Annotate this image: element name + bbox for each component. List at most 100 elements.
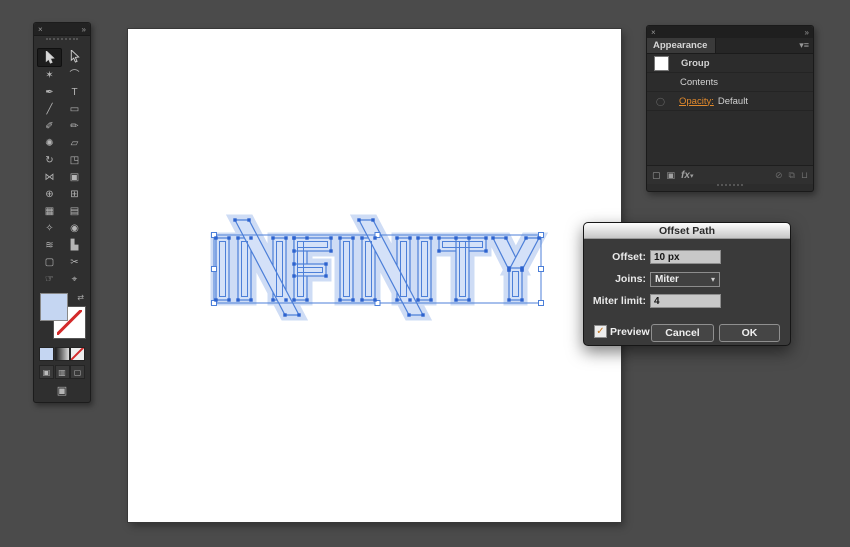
eraser-tool[interactable]: ▱ bbox=[62, 135, 87, 152]
anchor-point[interactable] bbox=[271, 298, 275, 302]
anchor-point[interactable] bbox=[484, 249, 488, 253]
anchor-point[interactable] bbox=[454, 236, 458, 240]
paintbrush-tool[interactable]: ✐ bbox=[37, 118, 62, 135]
cancel-button[interactable]: Cancel bbox=[651, 324, 714, 342]
appearance-row-contents[interactable]: Contents bbox=[647, 73, 813, 92]
draw-normal-button[interactable]: ▣ bbox=[39, 365, 54, 379]
gradient-tool[interactable]: ▤ bbox=[62, 203, 87, 220]
anchor-point[interactable] bbox=[292, 274, 296, 278]
line-segment-tool[interactable]: ╱ bbox=[37, 101, 62, 118]
anchor-point[interactable] bbox=[395, 298, 399, 302]
anchor-point[interactable] bbox=[249, 236, 253, 240]
anchor-point[interactable] bbox=[416, 298, 420, 302]
close-icon[interactable]: × bbox=[38, 25, 43, 34]
blob-brush-tool[interactable]: ✺ bbox=[37, 135, 62, 152]
collapse-icon[interactable]: » bbox=[82, 25, 86, 34]
dialog-title[interactable]: Offset Path bbox=[584, 223, 790, 239]
anchor-point[interactable] bbox=[507, 298, 511, 302]
resize-grip[interactable] bbox=[717, 184, 743, 191]
none-button[interactable] bbox=[70, 347, 85, 361]
anchor-point[interactable] bbox=[233, 218, 237, 222]
close-icon[interactable]: × bbox=[651, 28, 656, 37]
anchor-point[interactable] bbox=[467, 298, 471, 302]
swap-fill-stroke-icon[interactable]: ⇄ bbox=[77, 293, 84, 302]
anchor-point[interactable] bbox=[236, 298, 240, 302]
anchor-point[interactable] bbox=[408, 298, 412, 302]
add-new-fill-button[interactable]: ▣ bbox=[667, 170, 676, 181]
visibility-icon[interactable]: ◯ bbox=[654, 95, 667, 108]
anchor-point[interactable] bbox=[408, 236, 412, 240]
anchor-point[interactable] bbox=[214, 298, 218, 302]
anchor-point[interactable] bbox=[407, 313, 411, 317]
anchor-point[interactable] bbox=[329, 236, 333, 240]
eyedropper-tool[interactable]: ✧ bbox=[37, 220, 62, 237]
anchor-point[interactable] bbox=[437, 249, 441, 253]
type-tool[interactable]: T bbox=[62, 84, 87, 101]
anchor-point[interactable] bbox=[249, 298, 253, 302]
clear-appearance-button[interactable]: ⊘ bbox=[775, 170, 783, 181]
artboard-tool[interactable]: ▢ bbox=[37, 254, 62, 271]
anchor-point[interactable] bbox=[247, 218, 251, 222]
slice-tool[interactable]: ✂ bbox=[62, 254, 87, 271]
anchor-point[interactable] bbox=[429, 236, 433, 240]
free-transform-tool[interactable]: ▣ bbox=[62, 169, 87, 186]
anchor-point[interactable] bbox=[324, 262, 328, 266]
anchor-point[interactable] bbox=[421, 313, 425, 317]
color-button[interactable] bbox=[39, 347, 54, 361]
anchor-point[interactable] bbox=[416, 236, 420, 240]
anchor-point[interactable] bbox=[467, 236, 471, 240]
ok-button[interactable]: OK bbox=[719, 324, 780, 342]
anchor-point[interactable] bbox=[284, 298, 288, 302]
preview-checkbox-group[interactable]: ✓ Preview bbox=[594, 325, 650, 338]
shape-builder-tool[interactable]: ⊕ bbox=[37, 186, 62, 203]
miter-limit-input[interactable] bbox=[650, 294, 721, 308]
anchor-point[interactable] bbox=[292, 236, 296, 240]
lasso-tool[interactable]: ⌒ bbox=[62, 67, 87, 84]
anchor-point[interactable] bbox=[236, 236, 240, 240]
anchor-point[interactable] bbox=[454, 298, 458, 302]
anchor-point[interactable] bbox=[360, 236, 364, 240]
appearance-row-default[interactable]: ◯ Opacity: Default bbox=[647, 92, 813, 111]
pencil-tool[interactable]: ✏ bbox=[62, 118, 87, 135]
preview-checkbox[interactable]: ✓ bbox=[594, 325, 607, 338]
add-new-effect-button[interactable]: fx▾ bbox=[681, 170, 693, 181]
gradient-button[interactable] bbox=[54, 347, 70, 361]
draw-behind-button[interactable]: ▥ bbox=[54, 365, 70, 379]
artboard-canvas[interactable] bbox=[128, 29, 621, 522]
anchor-point[interactable] bbox=[371, 218, 375, 222]
anchor-point[interactable] bbox=[373, 236, 377, 240]
anchor-point[interactable] bbox=[524, 236, 528, 240]
anchor-point[interactable] bbox=[338, 298, 342, 302]
change-screen-mode-button[interactable]: ▣ bbox=[57, 384, 67, 397]
anchor-point[interactable] bbox=[437, 236, 441, 240]
anchor-point[interactable] bbox=[292, 249, 296, 253]
anchor-point[interactable] bbox=[520, 298, 524, 302]
collapse-icon[interactable]: » bbox=[805, 28, 809, 37]
anchor-point[interactable] bbox=[214, 236, 218, 240]
anchor-point[interactable] bbox=[324, 274, 328, 278]
drag-grip[interactable] bbox=[46, 38, 78, 46]
add-new-stroke-button[interactable]: ▢ bbox=[652, 170, 661, 181]
anchor-point[interactable] bbox=[284, 236, 288, 240]
rotate-tool[interactable]: ↻ bbox=[37, 152, 62, 169]
anchor-point[interactable] bbox=[338, 236, 342, 240]
bounding-box-handle[interactable] bbox=[211, 266, 217, 272]
anchor-point[interactable] bbox=[351, 236, 355, 240]
mesh-tool[interactable]: ▦ bbox=[37, 203, 62, 220]
fill-color-swatch[interactable] bbox=[40, 293, 68, 321]
symbol-sprayer-tool[interactable]: ≋ bbox=[37, 237, 62, 254]
anchor-point[interactable] bbox=[305, 236, 309, 240]
blend-tool[interactable]: ◉ bbox=[62, 220, 87, 237]
bounding-box-handle[interactable] bbox=[538, 300, 544, 306]
anchor-point[interactable] bbox=[271, 236, 275, 240]
bounding-box-handle[interactable] bbox=[538, 266, 544, 272]
anchor-point[interactable] bbox=[537, 236, 541, 240]
offset-input[interactable] bbox=[650, 250, 721, 264]
panel-menu-icon[interactable]: ▾≡ bbox=[799, 38, 813, 53]
hand-tool[interactable]: ☞ bbox=[37, 271, 62, 288]
anchor-point[interactable] bbox=[292, 298, 296, 302]
perspective-grid-tool[interactable]: ⊞ bbox=[62, 186, 87, 203]
anchor-point[interactable] bbox=[351, 298, 355, 302]
anchor-point[interactable] bbox=[395, 236, 399, 240]
anchor-point[interactable] bbox=[329, 249, 333, 253]
